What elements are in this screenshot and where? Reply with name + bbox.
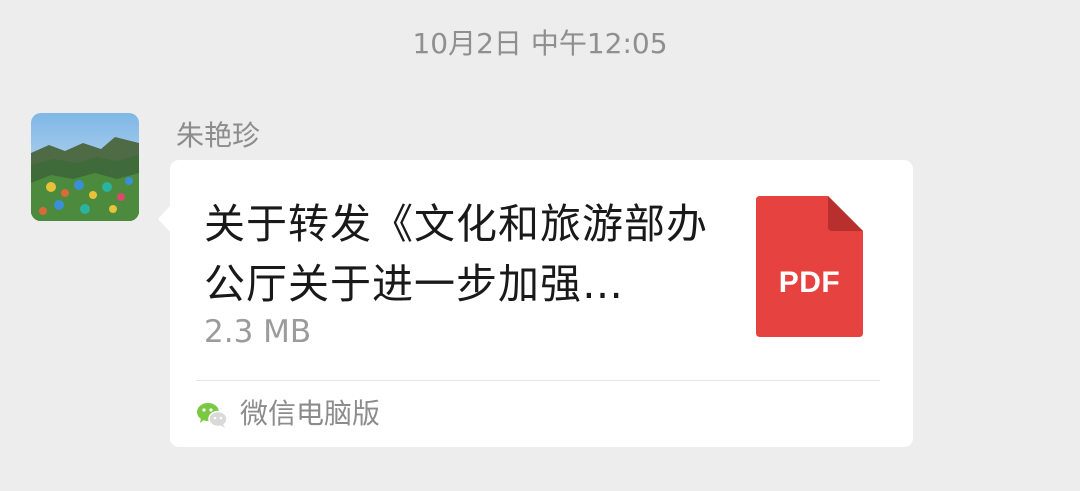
chat-timestamp: 10月2日 中午12:05 — [412, 27, 668, 60]
pdf-file-icon: PDF — [756, 196, 863, 337]
pdf-type-label: PDF — [778, 266, 841, 299]
wechat-icon — [196, 401, 228, 429]
sender-name: 朱艳珍 — [176, 119, 261, 152]
divider — [196, 380, 880, 381]
file-size: 2.3 MB — [204, 314, 312, 350]
sender-avatar[interactable] — [31, 113, 139, 221]
file-title: 关于转发《文化和旅游部办公厅关于进一步加强… — [204, 200, 708, 308]
source-label: 微信电脑版 — [240, 397, 381, 430]
file-message-bubble[interactable]: 关于转发《文化和旅游部办公厅关于进一步加强… 2.3 MB PDF 微信电脑版 — [170, 160, 913, 447]
